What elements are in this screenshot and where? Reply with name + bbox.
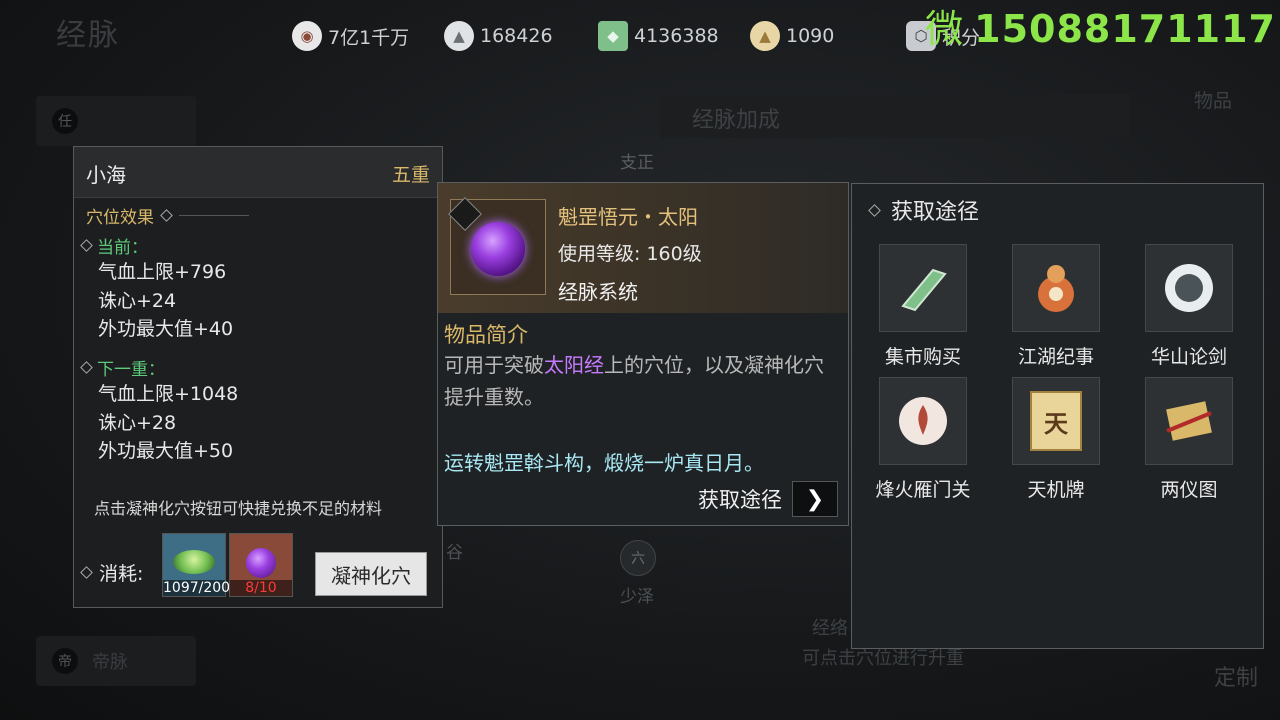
node-char: 六 (631, 551, 645, 567)
divider (179, 215, 249, 216)
purple-orb-icon (246, 548, 276, 578)
cost-label-row: 消耗: (80, 559, 144, 586)
condense-button[interactable]: 凝神化穴 (315, 552, 427, 596)
desc-title: 物品简介 (444, 323, 528, 347)
diamond-icon (160, 209, 173, 222)
currency-value: 168426 (480, 25, 553, 47)
currency-jade-ticket: ◆ 4136388 (598, 20, 719, 52)
watermark-char: 微 (925, 7, 965, 51)
current-stat: 外功最大值+40 (98, 318, 234, 340)
item-tag-icon (448, 197, 482, 231)
current-label: 当前： (97, 238, 148, 258)
cost-label: 消耗: (99, 563, 144, 585)
page-title: 经脉 (56, 18, 120, 53)
sidebar-item-ren[interactable]: 任 (36, 96, 196, 146)
branch-label: 支正 (620, 153, 654, 173)
effect-section-label: 穴位效果 (86, 208, 154, 228)
currency-silver-ingot: ▲ 168426 (444, 20, 553, 52)
currency-value: 7亿1千万 (328, 26, 410, 49)
item-quote: 运转魁罡斡斗构，煅烧一炉真日月。 (444, 451, 764, 475)
acupoint-name: 小海 (86, 163, 126, 187)
next-stat: 外功最大值+50 (98, 440, 234, 462)
source-jianghu[interactable]: 江湖纪事 (1001, 244, 1111, 369)
node-label: 少泽 (620, 587, 654, 607)
current-stat: 诛心+24 (98, 290, 177, 312)
desc-text: 可用于突破太阳经上的穴位，以及凝神化穴提升重数。 (444, 349, 840, 413)
valley-label: 谷 (446, 543, 463, 563)
exchange-hint: 点击凝神化穴按钮可快捷兑换不足的材料 (94, 499, 383, 518)
source-label: 天机牌 (1027, 479, 1085, 501)
node-shaoze[interactable]: 六 (620, 540, 656, 576)
currency-value: 1090 (786, 25, 835, 47)
source-label: 江湖纪事 (1017, 346, 1094, 368)
desc-highlight: 太阳经 (544, 353, 604, 377)
current-label-row: 当前： (80, 233, 148, 258)
hint-line1: 经络 (812, 618, 848, 639)
source-label: 华山论剑 (1150, 346, 1227, 368)
sources-title-row: 获取途径 (868, 194, 980, 226)
desc-pre: 可用于突破 (444, 353, 544, 377)
custom-button[interactable]: 定制 (1214, 660, 1258, 692)
sources-title: 获取途径 (891, 200, 980, 225)
jade-bowl-icon (173, 550, 215, 574)
get-source-row[interactable]: 获取途径 ❯ (698, 481, 838, 517)
currency-value: 4136388 (634, 25, 719, 47)
acupoint-level: 五重 (391, 164, 430, 186)
scroll-map-icon (1145, 377, 1233, 465)
acupoint-header: 小海 五重 (74, 147, 442, 198)
silver-ingot-icon: ▲ (444, 21, 474, 51)
items-tab[interactable]: 物品 (1194, 86, 1232, 113)
huashan-emblem-icon (1145, 244, 1233, 332)
diamond-icon (80, 566, 93, 579)
chevron-right-icon[interactable]: ❯ (792, 481, 838, 517)
source-label: 烽火雁门关 (875, 479, 971, 501)
next-label: 下一重： (97, 360, 165, 380)
next-stat: 诛心+28 (98, 412, 177, 434)
item-system: 经脉系统 (558, 280, 638, 304)
source-huashan[interactable]: 华山论剑 (1134, 244, 1244, 369)
sources-panel: 获取途径 集市购买 江湖纪事 华山论剑 烽火雁门关 天 天机牌 两仪图 (851, 183, 1264, 649)
source-label: 两仪图 (1160, 479, 1218, 501)
currency-gold-ingot: ▲ 1090 (750, 20, 834, 52)
item-icon-frame (448, 197, 546, 295)
silver-coin-icon: ◉ (292, 21, 322, 51)
diamond-icon (80, 361, 93, 374)
currency-silver-coin: ◉ 7亿1千万 (292, 20, 409, 52)
gold-ingot-icon: ▲ (750, 21, 780, 51)
item-name: 魁罡悟元・太阳 (558, 205, 698, 229)
cost-item-purple-orb[interactable]: 8/10 (229, 533, 293, 597)
source-market[interactable]: 集市购买 (868, 244, 978, 369)
diamond-icon (80, 239, 93, 252)
jade-knife-icon (879, 244, 967, 332)
source-label: 集市购买 (884, 346, 961, 368)
source-liangyi[interactable]: 两仪图 (1134, 377, 1244, 502)
jade-ticket-icon: ◆ (598, 21, 628, 51)
sidebar-item-label: 帝脉 (92, 652, 128, 673)
gourd-icon (1012, 244, 1100, 332)
sidebar-badge: 任 (52, 108, 78, 134)
watermark-number: 15088171117 (974, 7, 1276, 51)
tianji-token-icon: 天 (1012, 377, 1100, 465)
beacon-emblem-icon (879, 377, 967, 465)
effect-section-title: 穴位效果 (86, 203, 249, 228)
item-level: 使用等级: 160级 (558, 243, 702, 265)
diamond-icon (868, 203, 881, 217)
sidebar-badge: 帝 (52, 648, 78, 674)
sidebar-item-daimai[interactable]: 帝 帝脉 (36, 636, 196, 686)
item-tooltip: 魁罡悟元・太阳 使用等级: 160级 经脉系统 物品简介 可用于突破太阳经上的穴… (437, 182, 849, 526)
wechat-watermark: 微 15088171117 (925, 0, 1276, 53)
next-label-row: 下一重： (80, 355, 165, 380)
source-yanmen[interactable]: 烽火雁门关 (868, 377, 978, 502)
current-stat: 气血上限+796 (98, 261, 227, 283)
acupoint-panel: 小海 五重 穴位效果 当前： 气血上限+796 诛心+24 外功最大值+40 下… (73, 146, 443, 608)
cost-item-count: 1097/200 (163, 580, 231, 596)
next-stat: 气血上限+1048 (98, 383, 239, 405)
source-tianji[interactable]: 天 天机牌 (1001, 377, 1111, 502)
item-header: 魁罡悟元・太阳 使用等级: 160级 经脉系统 (438, 183, 848, 313)
get-source-label[interactable]: 获取途径 (698, 484, 782, 514)
purple-orb-icon (471, 222, 525, 276)
cost-item-jade-bowl[interactable]: 1097/200 (162, 533, 231, 597)
bonus-title: 经脉加成 (692, 108, 781, 133)
cost-item-count: 8/10 (230, 580, 292, 596)
